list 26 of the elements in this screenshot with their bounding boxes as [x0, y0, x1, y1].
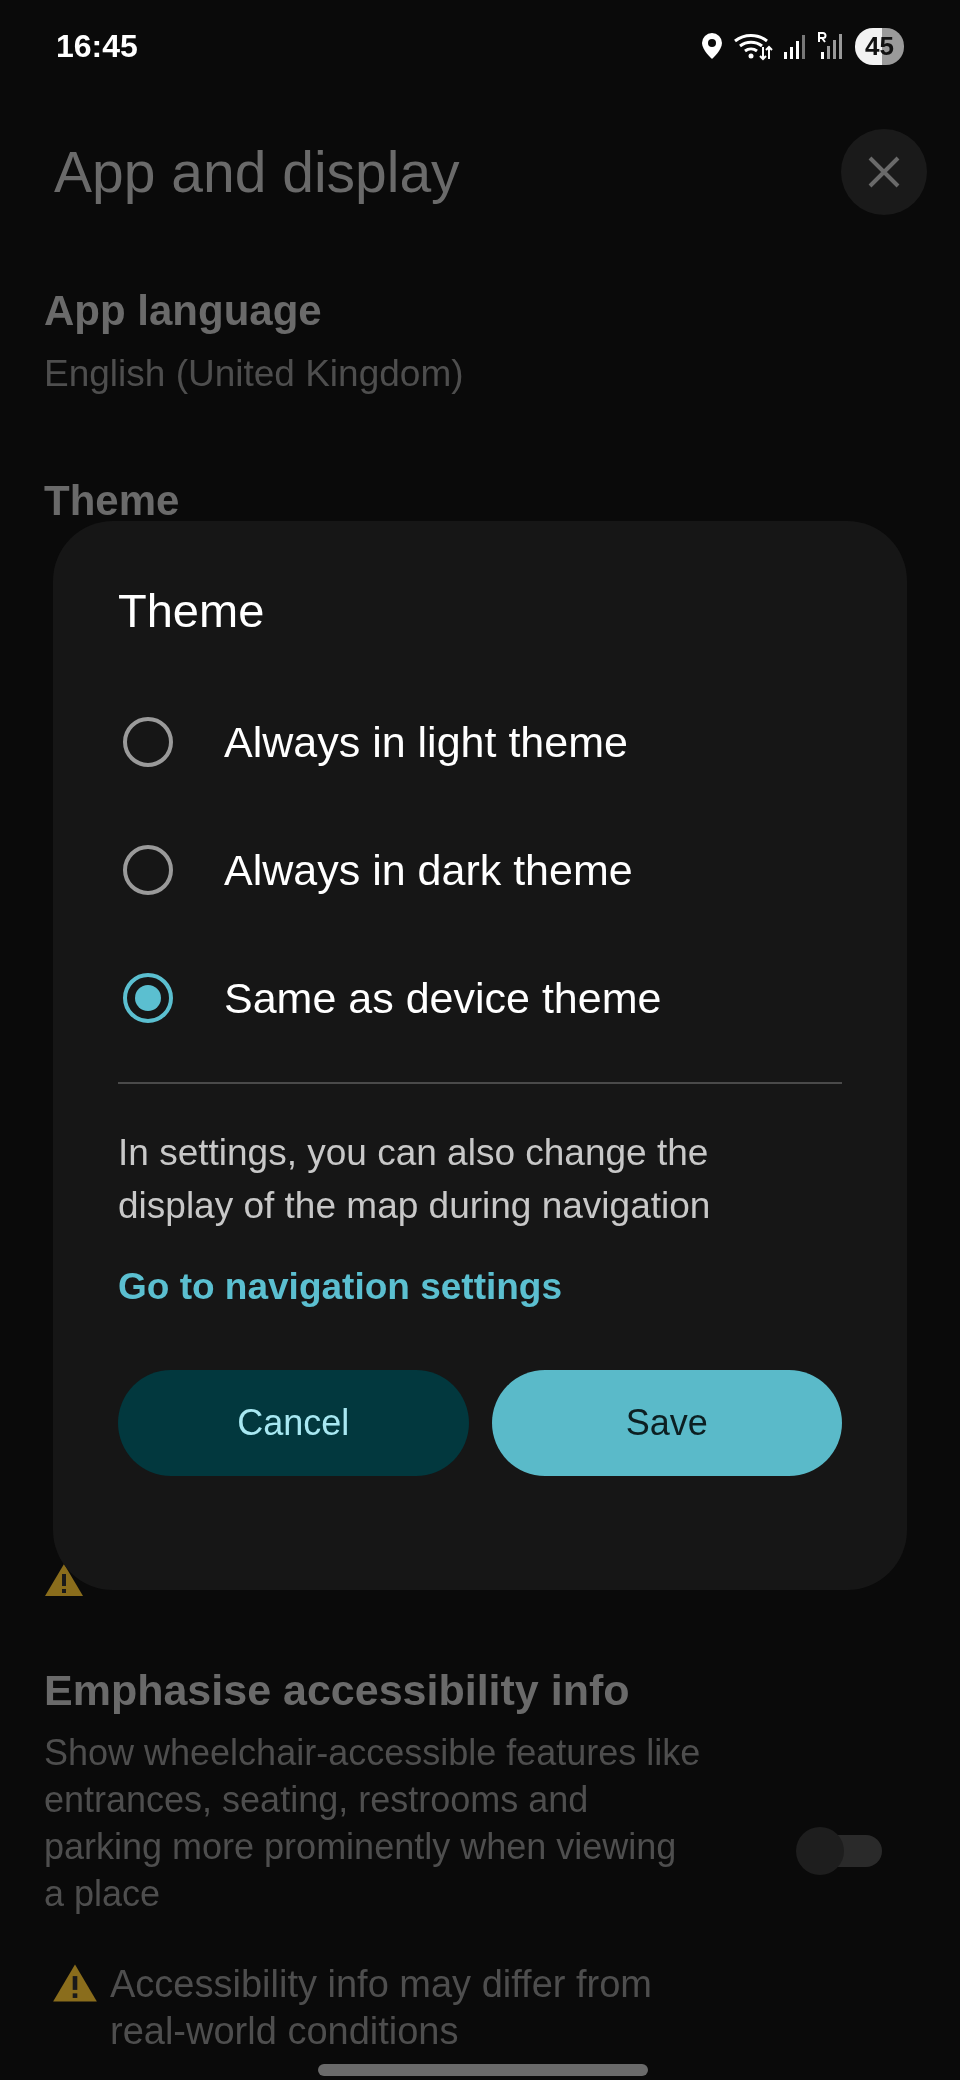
toggle-switch[interactable]: [796, 1826, 882, 1875]
close-icon: [867, 155, 901, 189]
page-title: App and display: [54, 139, 460, 205]
info-text: In settings, you can also change the display of the map during navigation: [118, 1131, 712, 1228]
navigation-settings-link[interactable]: Go to navigation settings: [118, 1266, 563, 1308]
warning-text: Accessibility info may differ from real-world conditions: [110, 1961, 654, 2054]
setting-title: Theme: [44, 476, 181, 526]
theme-option[interactable]: Always in dark theme: [118, 806, 842, 934]
theme-option[interactable]: Always in light theme: [118, 678, 842, 806]
battery-indicator: 45: [855, 27, 904, 65]
warning-icon: [52, 1962, 98, 2003]
signal-icon: [783, 32, 808, 60]
status-time: 16:45: [56, 27, 138, 65]
save-button[interactable]: Save: [491, 1370, 842, 1476]
radio-button[interactable]: [122, 972, 174, 1024]
location-icon: [701, 32, 724, 60]
setting-description: Show wheelchair-accessible features like entrances, seating, restrooms and parking more prominently when viewing a place: [44, 1730, 702, 1916]
setting-value: English (United Kingdom): [44, 352, 465, 397]
radio-button[interactable]: [122, 716, 174, 768]
setting-title: App language: [44, 286, 323, 336]
radio-button[interactable]: [122, 844, 174, 896]
setting-title: Emphasise accessibility info: [44, 1665, 631, 1716]
theme-option[interactable]: Same as device theme: [118, 934, 842, 1062]
wifi-icon: [733, 31, 774, 61]
cancel-button[interactable]: Cancel: [118, 1370, 469, 1476]
dialog-title: Theme: [118, 587, 266, 634]
